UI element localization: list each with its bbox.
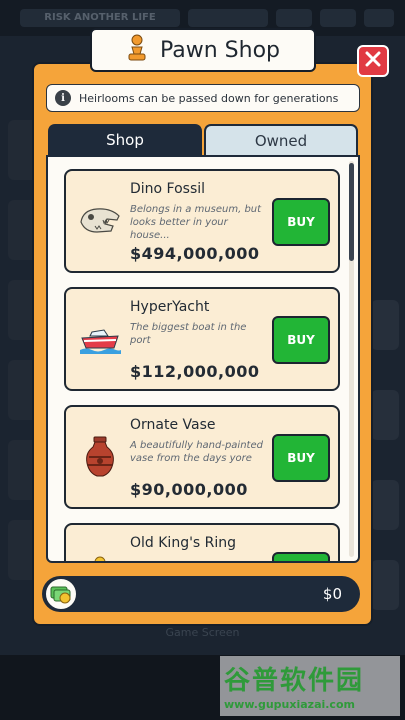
close-button[interactable] [357, 45, 389, 77]
watermark-url: www.gupuxiazai.com [224, 698, 355, 711]
item-description: The biggest boat in the port [130, 322, 247, 346]
background-button [276, 9, 312, 27]
background-button [320, 9, 356, 27]
buy-button[interactable]: BUY [272, 198, 330, 246]
balance-bar: $0 [42, 576, 360, 612]
modal-title: Pawn Shop [159, 37, 281, 63]
item-name: Dino Fossil [130, 181, 206, 197]
item-price: $112,000,000 [130, 362, 260, 381]
background-side-tile [371, 480, 399, 530]
tab-shop[interactable]: Shop [48, 124, 202, 156]
balance-value: $0 [322, 585, 342, 603]
item-name: Old King's Ring [130, 535, 237, 551]
cash-icon [44, 577, 78, 611]
modal-title-plate: Pawn Shop [90, 28, 316, 72]
background-side-tile [371, 390, 399, 440]
background-side-tile [371, 560, 399, 610]
item-description: Belongs in a museum, but looks better in… [130, 204, 262, 241]
item-price: $494,000,000 [130, 244, 260, 263]
scrollbar-thumb[interactable] [349, 163, 354, 261]
background-bottom-label: Game Screen [165, 626, 240, 639]
background-counter [188, 9, 268, 27]
buy-button[interactable]: BUY [272, 316, 330, 364]
close-icon [365, 51, 381, 71]
ring-icon [76, 547, 124, 561]
dinosaur-skull-icon [76, 199, 124, 243]
info-icon: i [55, 90, 71, 106]
shop-item-card: Old King's Ring [64, 523, 340, 561]
info-text: Heirlooms can be passed down for generat… [79, 91, 339, 105]
buy-button[interactable] [272, 552, 330, 561]
item-description: A beautifully hand-painted vase from the… [130, 440, 263, 464]
shop-item-card: Ornate Vase A beautifully hand-painted v… [64, 405, 340, 509]
info-banner: i Heirlooms can be passed down for gener… [46, 84, 360, 112]
shop-item-card: Dino Fossil Belongs in a museum, but loo… [64, 169, 340, 273]
watermark-text: 谷普软件园 [224, 666, 365, 696]
tab-owned[interactable]: Owned [204, 124, 358, 156]
background-gear-icon [364, 9, 394, 27]
yacht-icon [76, 317, 124, 361]
background-side-tile [371, 300, 399, 350]
buy-button[interactable]: BUY [272, 434, 330, 482]
item-name: Ornate Vase [130, 417, 216, 433]
vase-icon [76, 435, 124, 479]
background-title: RISK ANOTHER LIFE [20, 9, 180, 27]
item-name: HyperYacht [130, 299, 210, 315]
shop-item-card: HyperYacht The biggest boat in the port … [64, 287, 340, 391]
item-price: $90,000,000 [130, 480, 248, 499]
item-list[interactable]: Dino Fossil Belongs in a museum, but loo… [46, 155, 360, 563]
pawn-icon [126, 34, 148, 66]
watermark: 谷普软件园 www.gupuxiazai.com [220, 656, 400, 716]
